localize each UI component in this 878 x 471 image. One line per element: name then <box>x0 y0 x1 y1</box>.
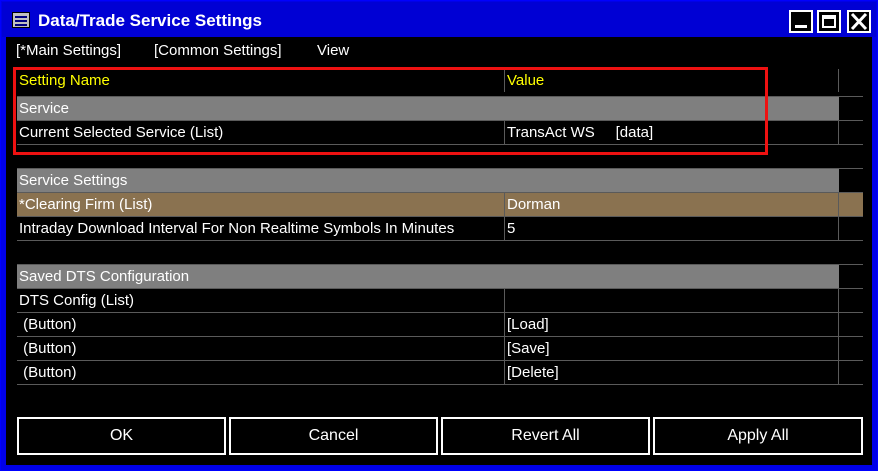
close-button[interactable] <box>847 10 871 33</box>
setting-row-current-service[interactable]: Current Selected Service (List) TransAct… <box>17 120 863 144</box>
minimize-button[interactable] <box>789 10 813 33</box>
settings-grid: Setting Name Value Service Current Selec… <box>17 66 863 450</box>
delete-button[interactable]: [Delete] <box>505 361 839 384</box>
app-window-icon <box>12 12 30 28</box>
menu-main-settings[interactable]: [*Main Settings] <box>16 42 121 59</box>
settings-window: Data/Trade Service Settings [*Main Setti… <box>0 0 878 471</box>
grid-bottom-line <box>17 384 863 408</box>
setting-name: *Clearing Firm (List) <box>17 193 505 216</box>
window-title: Data/Trade Service Settings <box>38 11 262 30</box>
empty-row <box>17 144 863 168</box>
revert-all-button[interactable]: Revert All <box>441 417 650 455</box>
setting-value[interactable]: TransAct WS [data] <box>505 121 839 144</box>
setting-row-load-button[interactable]: (Button) [Load] <box>17 312 863 336</box>
setting-value[interactable] <box>505 289 839 312</box>
menu-view[interactable]: View <box>317 42 349 59</box>
header-value: Value <box>505 69 839 92</box>
setting-name: DTS Config (List) <box>17 289 505 312</box>
group-label-service: Service <box>17 97 839 120</box>
group-row-saved-dts: Saved DTS Configuration <box>17 264 863 288</box>
grid-header-row: Setting Name Value <box>17 69 863 93</box>
setting-row-save-button[interactable]: (Button) [Save] <box>17 336 863 360</box>
group-label-saved-dts: Saved DTS Configuration <box>17 265 839 288</box>
setting-row-intraday-interval[interactable]: Intraday Download Interval For Non Realt… <box>17 216 863 240</box>
setting-value[interactable]: 5 <box>505 217 839 240</box>
setting-row-clearing-firm[interactable]: *Clearing Firm (List) Dorman <box>17 192 863 216</box>
load-button[interactable]: [Load] <box>505 313 839 336</box>
menu-common-settings[interactable]: [Common Settings] <box>154 42 282 59</box>
save-button[interactable]: [Save] <box>505 337 839 360</box>
cancel-button[interactable]: Cancel <box>229 417 438 455</box>
setting-value[interactable]: Dorman <box>505 193 839 216</box>
menu-bar: [*Main Settings] [Common Settings] View <box>6 37 872 65</box>
maximize-button[interactable] <box>817 10 841 33</box>
setting-row-delete-button[interactable]: (Button) [Delete] <box>17 360 863 384</box>
group-row-service-settings: Service Settings <box>17 168 863 192</box>
ok-button[interactable]: OK <box>17 417 226 455</box>
header-setting-name: Setting Name <box>17 69 505 92</box>
apply-all-button[interactable]: Apply All <box>653 417 863 455</box>
close-icon <box>850 12 868 31</box>
dialog-button-bar: OK Cancel Revert All Apply All <box>17 417 863 457</box>
client-area: [*Main Settings] [Common Settings] View … <box>6 37 872 465</box>
setting-name: Current Selected Service (List) <box>17 121 505 144</box>
setting-name: (Button) <box>17 361 505 384</box>
setting-name: (Button) <box>17 337 505 360</box>
setting-name: (Button) <box>17 313 505 336</box>
setting-row-dts-config[interactable]: DTS Config (List) <box>17 288 863 312</box>
title-bar[interactable]: Data/Trade Service Settings <box>2 2 876 37</box>
empty-row <box>17 240 863 264</box>
setting-name: Intraday Download Interval For Non Realt… <box>17 217 505 240</box>
group-label-service-settings: Service Settings <box>17 169 839 192</box>
group-row-service: Service <box>17 96 863 120</box>
